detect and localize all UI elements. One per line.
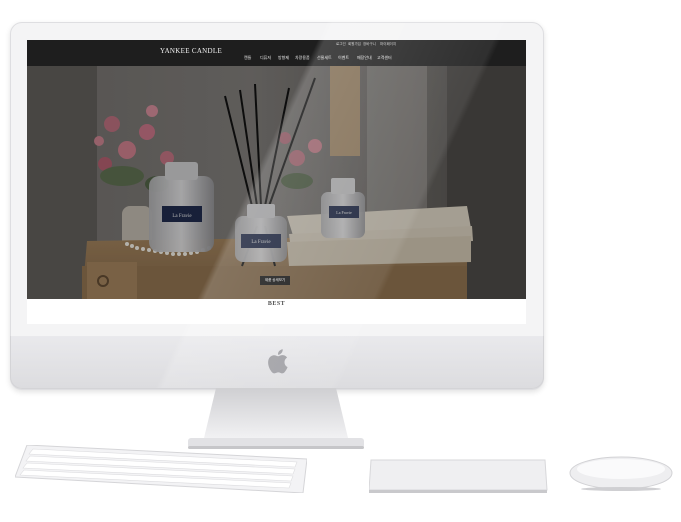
nav-item-car[interactable]: 차량용품 bbox=[295, 55, 310, 61]
nav-item-candle[interactable]: 캔들 bbox=[244, 55, 251, 61]
nav-item-store[interactable]: 매장안내 bbox=[357, 55, 372, 61]
product-detail-button[interactable]: 제품 상세보기 bbox=[260, 276, 290, 285]
keyboard bbox=[15, 445, 307, 493]
hero-banner[interactable]: La Fravie La Fravie La Fravie 제품 상세보기 bbox=[27, 66, 526, 299]
apple-logo-icon bbox=[268, 349, 288, 374]
site-header: YANKEE CANDLE 로그인 회원가입 장바구니 마이페이지 캔들 디퓨저… bbox=[27, 40, 526, 66]
nav-item-support[interactable]: 고객센터 bbox=[377, 55, 392, 61]
imac-mockup: YANKEE CANDLE 로그인 회원가입 장바구니 마이페이지 캔들 디퓨저… bbox=[0, 0, 681, 522]
util-link-mypage[interactable]: 마이페이지 bbox=[380, 42, 396, 47]
trackpad bbox=[369, 459, 548, 493]
util-link-cart[interactable]: 장바구니 bbox=[363, 42, 376, 47]
util-link-login[interactable]: 로그인 bbox=[336, 42, 346, 47]
monitor-stand bbox=[188, 388, 364, 449]
magic-mouse bbox=[569, 456, 673, 491]
site-logo[interactable]: YANKEE CANDLE bbox=[160, 47, 222, 55]
website-screen: YANKEE CANDLE 로그인 회원가입 장바구니 마이페이지 캔들 디퓨저… bbox=[27, 40, 526, 324]
nav-item-freshener[interactable]: 방향제 bbox=[278, 55, 289, 61]
hero-photo: La Fravie La Fravie La Fravie bbox=[27, 66, 526, 299]
util-link-join[interactable]: 회원가입 bbox=[348, 42, 361, 47]
nav-item-diffuser[interactable]: 디퓨저 bbox=[260, 55, 271, 61]
nav-item-gift[interactable]: 선물세트 bbox=[317, 55, 332, 61]
section-title-best: BEST bbox=[267, 301, 286, 307]
nav-item-event[interactable]: 이벤트 bbox=[338, 55, 349, 61]
